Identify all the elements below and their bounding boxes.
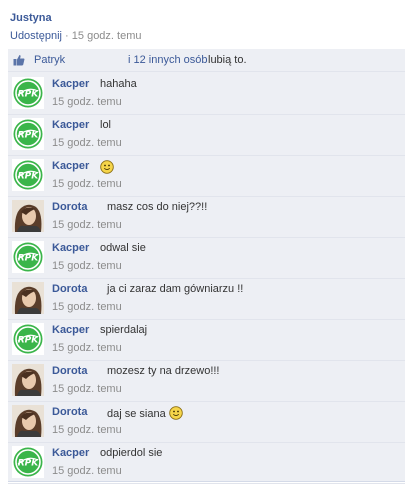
comment-timestamp[interactable]: 15 godz. temu [52,383,122,395]
comment-body: odpierdol sie [100,447,163,459]
comment-timestamp[interactable]: 15 godz. temu [52,137,122,149]
comment-author-link[interactable]: Kacper [52,119,89,131]
comment-text: spierdalaj [100,324,147,336]
comment-text: hahaha [100,78,137,90]
comment-item: RPK Kacper lol 15 godz. temu [8,114,405,156]
likers-others-link[interactable]: i 12 innych osób [128,54,208,66]
rpk-logo-avatar[interactable]: RPK [12,446,44,478]
smiley-emoticon-icon [100,160,114,174]
comment-text: daj se siana [107,406,183,420]
comment-body: masz cos do niej??!! [107,201,208,213]
comment-author-link[interactable]: Kacper [52,78,89,90]
comment-body: spierdalaj [100,324,148,336]
rpk-logo-text: RPK [18,131,40,141]
share-link[interactable]: Udostępnij [10,30,62,42]
comment-item: RPK Kacper odwal sie 15 godz. temu [8,237,405,279]
panel-border [8,481,405,482]
comment-item: RPK Kacper odpierdol sie 15 godz. temu [8,442,405,484]
rpk-logo-avatar[interactable]: RPK [12,241,44,273]
meta-separator: · [65,30,69,42]
comment-author-link[interactable]: Dorota [52,365,87,377]
comment-item: Dorota masz cos do niej??!! 15 godz. temu [8,196,405,238]
comment-item: Dorota daj se siana 15 godz. temu [8,401,405,443]
comment-body: hahaha [100,78,137,90]
comment-item: Dorota mozesz ty na drzewo!!! 15 godz. tem… [8,360,405,402]
rpk-logo-avatar[interactable]: RPK [12,118,44,150]
post-timestamp[interactable]: 15 godz. temu [72,30,142,42]
comment-text: lol [100,119,111,131]
profile-photo-avatar[interactable] [12,364,44,396]
comments-panel: Patryk i 12 innych osób lubią to. RPK Kac… [8,49,405,484]
comment-body: odwal sie [100,242,146,254]
rpk-logo-text: RPK [18,172,40,182]
post-meta: Udostępnij · 15 godz. temu [10,30,142,42]
post-author[interactable]: Justyna [10,12,52,24]
rpk-logo-text: RPK [18,459,40,469]
comment-author-link[interactable]: Kacper [52,447,89,459]
comment-timestamp[interactable]: 15 godz. temu [52,219,122,231]
comment-body: mozesz ty na drzewo!!! [107,365,220,377]
profile-photo-avatar[interactable] [12,282,44,314]
comment-text: odwal sie [100,242,146,254]
comment-body: ja ci zaraz dam gówniarzu !! [107,283,244,295]
comment-author-link[interactable]: Dorota [52,406,87,418]
rpk-logo-avatar[interactable]: RPK [12,159,44,191]
likes-suffix: lubią to. [208,54,247,66]
comment-author-link[interactable]: Dorota [52,201,87,213]
smiley-emoticon-icon [169,406,183,420]
comment-text: odpierdol sie [100,447,162,459]
comment-text: ja ci zaraz dam gówniarzu !! [107,283,243,295]
comment-author-link[interactable]: Dorota [52,283,87,295]
comment-author-link[interactable]: Kacper [52,324,89,336]
comment-timestamp[interactable]: 15 godz. temu [52,424,122,436]
rpk-logo-text: RPK [18,90,40,100]
comment-author-link[interactable]: Kacper [52,242,89,254]
liker-name-link[interactable]: Patryk [34,54,65,66]
rpk-logo-text: RPK [18,254,40,264]
rpk-logo-avatar[interactable]: RPK [12,77,44,109]
comment-timestamp[interactable]: 15 godz. temu [52,260,122,272]
comment-timestamp[interactable]: 15 godz. temu [52,96,122,108]
likes-row: Patryk i 12 innych osób lubią to. [8,49,405,72]
comment-item: RPK Kacper 15 godz. temu [8,155,405,197]
comment-timestamp[interactable]: 15 godz. temu [52,465,122,477]
comment-item: Dorota ja ci zaraz dam gówniarzu !! 15 god… [8,278,405,320]
rpk-logo-text: RPK [18,336,40,346]
comment-timestamp[interactable]: 15 godz. temu [52,178,122,190]
profile-photo-avatar[interactable] [12,405,44,437]
comment-author-link[interactable]: Kacper [52,160,89,172]
profile-photo-avatar[interactable] [12,200,44,232]
comment-text: masz cos do niej??!! [107,201,207,213]
comment-text: mozesz ty na drzewo!!! [107,365,220,377]
comment-body: daj se siana [107,408,166,420]
comment-item: RPK Kacper spierdalaj 15 godz. temu [8,319,405,361]
comment-text [100,160,114,174]
comment-body: lol [100,119,112,131]
rpk-logo-avatar[interactable]: RPK [12,323,44,355]
thumbs-up-icon [13,55,25,66]
comment-timestamp[interactable]: 15 godz. temu [52,301,122,313]
comment-item: RPK Kacper hahaha 15 godz. temu [8,73,405,115]
comment-timestamp[interactable]: 15 godz. temu [52,342,122,354]
